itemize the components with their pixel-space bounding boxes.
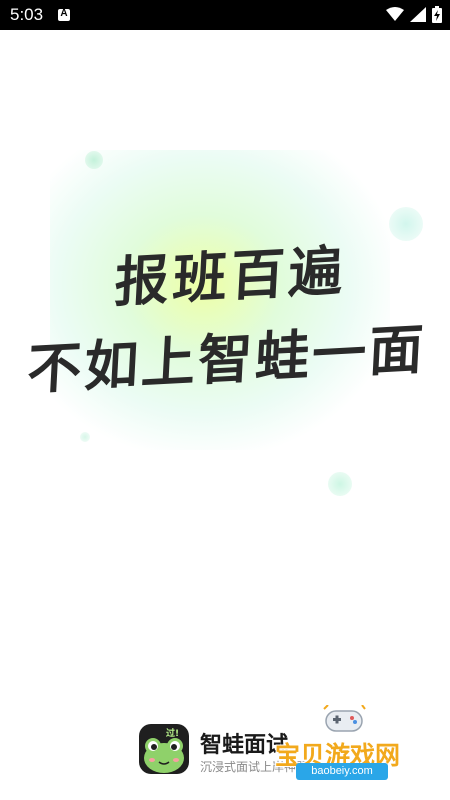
status-bar: 5:03 A	[0, 0, 450, 30]
decor-bubble	[328, 472, 352, 496]
wifi-icon	[386, 7, 404, 21]
frog-logo-icon: 过!	[139, 724, 189, 774]
decor-bubble	[80, 432, 90, 442]
signal-icon	[410, 7, 426, 22]
decor-bubble	[85, 151, 103, 169]
notification-letter: A	[60, 8, 68, 19]
watermark-url: baobeiy.com	[296, 763, 388, 780]
gamepad-icon	[323, 705, 366, 732]
logo-badge: 过!	[166, 727, 179, 739]
notification-a-icon: A	[58, 8, 70, 21]
battery-charging-icon	[432, 6, 442, 23]
status-time: 5:03	[10, 5, 44, 24]
